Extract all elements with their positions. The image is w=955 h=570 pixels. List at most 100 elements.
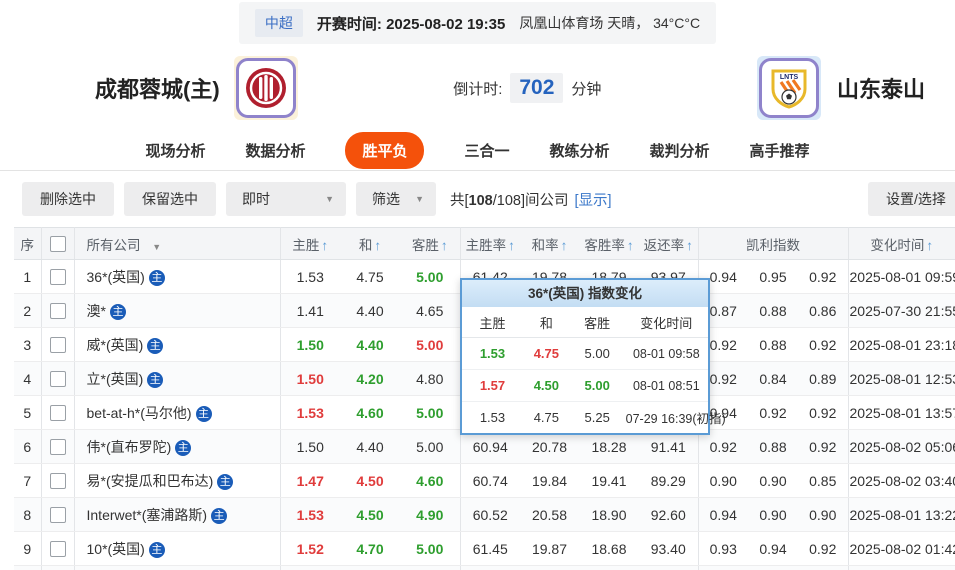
kelly-cell: 0.88 (748, 327, 798, 362)
company-name: 10*(英国) (86, 540, 145, 557)
kelly-cell: 0.93 (698, 531, 748, 566)
rate-cell: 93.40 (639, 531, 699, 566)
chevron-down-icon: ▼ (152, 241, 162, 252)
row-select-cell (41, 531, 75, 566)
header-away-rate[interactable]: 客胜率 ↑ (579, 227, 639, 260)
company-cell[interactable]: 伟*(直布罗陀) 主 (74, 429, 281, 464)
header-away-odds[interactable]: 客胜 ↑ (400, 227, 461, 260)
row-checkbox[interactable] (49, 541, 66, 558)
time-filter-value: 即时 (242, 191, 270, 207)
company-cell[interactable]: 36*(英国) 主 (74, 259, 281, 294)
sort-up-icon: ↑ (508, 237, 515, 253)
filter-dropdown[interactable]: 筛选 ▼ (356, 182, 436, 216)
company-cell[interactable]: 10*(英国) 主 (74, 531, 281, 566)
header-return-rate[interactable]: 返还率 ↑ (639, 227, 699, 260)
popup-odds-cell: 4.75 (522, 337, 570, 370)
row-checkbox[interactable] (49, 507, 66, 524)
company-cell[interactable]: 立*(英国) 主 (74, 361, 281, 396)
home-badge-icon: 主 (148, 269, 165, 286)
nav-tab[interactable]: 教练分析 (550, 140, 610, 161)
change-time-cell: 2025-08-02 05:06 (848, 429, 955, 464)
odds-cell: 1.47 (280, 463, 340, 498)
company-name: 澳* (86, 302, 106, 319)
row-checkbox[interactable] (49, 337, 66, 354)
nav-tab[interactable]: 数据分析 (245, 140, 305, 161)
row-select-cell (41, 463, 75, 498)
nav-tab[interactable]: 三合一 (464, 140, 509, 161)
odds-cell: 5.00 (400, 327, 461, 362)
odds-cell: 5.00 (400, 429, 461, 464)
header-change-time[interactable]: 变化时间 ↑ (848, 227, 955, 260)
row-checkbox[interactable] (49, 473, 66, 490)
rate-cell: 61.66 (460, 565, 520, 570)
row-select-cell (41, 259, 75, 294)
header-company-label: 所有公司 (86, 237, 141, 253)
home-badge-icon: 主 (175, 439, 192, 456)
rate-cell: 20.58 (520, 497, 579, 532)
row-seq: 8 (14, 497, 42, 532)
popup-odds-cell: 1.53 (479, 410, 506, 425)
table-row: 9 10*(英国) 主 1.52 4.70 5.00 61.45 19.87 18.68 93.4… (14, 531, 955, 566)
kelly-cell: 0.92 (748, 395, 798, 430)
company-cell[interactable]: 澳* 主 (74, 293, 281, 328)
header-select-all (41, 227, 75, 260)
row-checkbox[interactable] (49, 303, 66, 320)
countdown-unit: 分钟 (571, 80, 602, 98)
settings-button[interactable]: 设置/选择 (868, 182, 955, 216)
row-checkbox[interactable] (49, 405, 66, 422)
row-seq: 3 (14, 327, 42, 362)
popup-odds-cell: 5.00 (569, 337, 625, 370)
kelly-cell: 0.96 (798, 565, 849, 570)
nav-tab[interactable]: 现场分析 (145, 140, 205, 161)
company-cell[interactable]: bet-at-h*(马尔他) 主 (74, 395, 281, 430)
company-cell[interactable]: Interwet*(塞浦路斯) 主 (74, 497, 281, 532)
sort-up-icon: ↑ (321, 237, 329, 253)
kelly-cell: 0.86 (798, 293, 849, 328)
row-seq: 6 (14, 429, 42, 464)
change-time-cell: 2025-08-01 13:57 (848, 395, 955, 430)
odds-cell: 4.50 (340, 463, 400, 498)
header-company[interactable]: 所有公司 ▼ (74, 227, 281, 260)
table-header-row: 序 所有公司 ▼ 主胜 ↑ 和 ↑ 客胜 ↑ 主胜率 ↑ 和率 ↑ 客胜率 ↑ 返还率 ↑ 凯… (14, 227, 955, 260)
row-seq: 5 (14, 395, 42, 430)
league-badge[interactable]: 中超 (254, 9, 303, 37)
nav-tab[interactable]: 裁判分析 (650, 140, 710, 161)
change-time-cell: 2025-08-01 13:22 (848, 497, 955, 532)
nav-tab[interactable]: 胜平负 (345, 131, 425, 169)
count-rest: /108]间公司 (492, 192, 569, 209)
company-cell[interactable]: 易*(安提瓜和巴布达) 主 (74, 463, 281, 498)
away-crest-icon: LNTS (758, 58, 819, 118)
odds-cell: 4.40 (340, 293, 400, 328)
odds-cell: 5.00 (400, 395, 461, 430)
company-name: 伟*(直布罗陀) (86, 438, 172, 455)
time-filter-dropdown[interactable]: 即时 ▼ (226, 182, 346, 216)
header-home-odds[interactable]: 主胜 ↑ (280, 227, 340, 260)
company-cell[interactable]: 12*(菲律宾)主 (74, 565, 281, 570)
popup-time-cell: 08-01 08:51 (624, 369, 708, 402)
rate-cell: 18.90 (579, 497, 639, 532)
odds-cell: 1.53 (280, 259, 340, 294)
row-seq: 7 (14, 463, 42, 498)
odds-cell: 1.41 (280, 293, 340, 328)
header-draw-rate[interactable]: 和率 ↑ (520, 227, 579, 260)
nav-tab[interactable]: 高手推荐 (750, 140, 810, 161)
kelly-cell: 0.89 (798, 361, 849, 396)
countdown: 倒计时: 702 分钟 (298, 73, 757, 103)
select-all-checkbox[interactable] (49, 235, 66, 252)
filter-value: 筛选 (372, 191, 400, 207)
row-checkbox[interactable] (49, 371, 66, 388)
row-seq: 9 (14, 531, 42, 566)
row-checkbox[interactable] (49, 439, 66, 456)
header-home-rate[interactable]: 主胜率 ↑ (460, 227, 520, 260)
show-link[interactable]: [显示] (574, 189, 611, 210)
odds-cell: 1.53 (280, 497, 340, 532)
row-seq: 10 (14, 565, 42, 570)
keep-selected-button[interactable]: 保留选中 (124, 182, 216, 216)
company-cell[interactable]: 威*(英国) 主 (74, 327, 281, 362)
delete-selected-button[interactable]: 删除选中 (22, 182, 114, 216)
row-checkbox[interactable] (49, 269, 66, 286)
kelly-cell: 0.92 (698, 565, 748, 570)
header-draw-odds[interactable]: 和 ↑ (340, 227, 400, 260)
odds-cell: 4.75 (340, 259, 400, 294)
kelly-cell: 0.84 (748, 361, 798, 396)
